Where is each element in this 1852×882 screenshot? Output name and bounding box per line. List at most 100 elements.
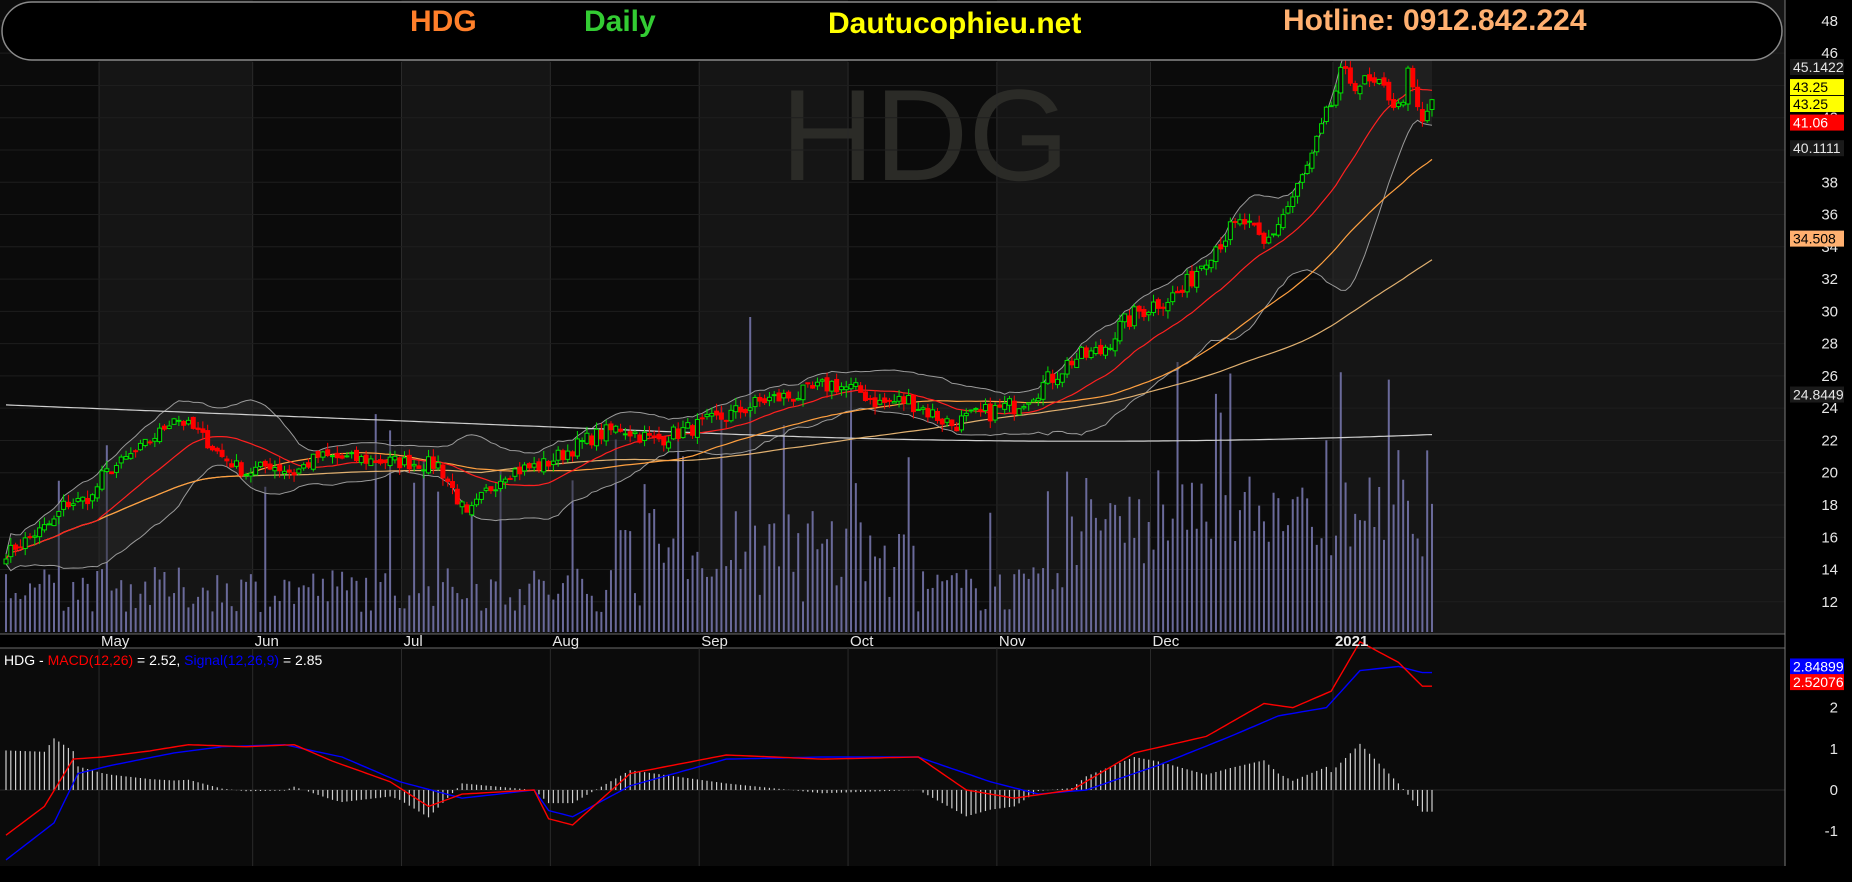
candle-body <box>776 392 782 402</box>
candle-body <box>368 458 374 467</box>
candle-body <box>1127 315 1133 327</box>
candle-body <box>699 417 705 420</box>
candle-body <box>219 449 225 457</box>
candle-body <box>1242 219 1248 225</box>
candle-body <box>1357 85 1363 95</box>
candle-body <box>1112 338 1118 352</box>
candle-body <box>704 413 710 418</box>
candle-body <box>949 419 955 427</box>
candle-body <box>968 409 974 412</box>
date-label: Oct <box>850 633 874 650</box>
candle-body <box>670 426 676 440</box>
price-tick-label: 16 <box>1821 529 1838 546</box>
candle-body <box>200 428 206 433</box>
candle-body <box>541 458 547 473</box>
candle-body <box>1030 399 1036 403</box>
candle-body <box>1151 301 1157 313</box>
candle-body <box>205 430 211 449</box>
candle-body <box>651 435 657 438</box>
candle-body <box>685 422 691 429</box>
signal-label-name: Signal(12,26,9) <box>184 652 279 668</box>
candle-body <box>113 464 119 473</box>
candle-body <box>982 404 988 412</box>
candle-body <box>786 391 792 399</box>
candle-body <box>675 428 681 439</box>
candle-body <box>742 408 748 414</box>
candle-body <box>469 505 475 516</box>
candle-body <box>1170 292 1176 303</box>
candle-body <box>1059 373 1065 383</box>
candle-body <box>829 380 835 392</box>
candle-body <box>915 408 921 411</box>
candle-body <box>891 401 897 404</box>
candle-body <box>493 489 499 492</box>
candle-body <box>930 409 936 418</box>
candle-body <box>378 459 384 464</box>
candle-body <box>75 497 81 502</box>
candle-body <box>161 425 167 430</box>
candle-body <box>157 427 163 443</box>
candle-body <box>17 546 23 549</box>
candle-body <box>1247 220 1253 223</box>
candle-body <box>1371 77 1377 83</box>
date-label: Dec <box>1153 633 1180 650</box>
candle-body <box>123 455 129 460</box>
candle-body <box>1280 214 1286 229</box>
candle-body <box>546 461 552 467</box>
candle-body <box>1026 402 1032 405</box>
candle-body <box>118 456 124 464</box>
candle-body <box>608 423 614 431</box>
candle-body <box>1299 174 1305 183</box>
candle-body <box>838 386 844 391</box>
candle-body <box>1045 371 1051 384</box>
candle-body <box>233 460 239 467</box>
candle-body <box>1016 408 1022 416</box>
candle-body <box>805 382 811 385</box>
candle-body <box>714 410 720 416</box>
candle-body <box>1103 346 1109 356</box>
candle-body <box>752 396 758 408</box>
candle-body <box>1213 246 1219 263</box>
candle-body <box>1074 358 1080 368</box>
candle-body <box>46 523 52 526</box>
candle-body <box>642 431 648 441</box>
candle-body <box>1098 344 1104 355</box>
candle-body <box>37 527 43 538</box>
candle-body <box>349 452 355 455</box>
candle-body <box>190 416 196 429</box>
candle-body <box>757 396 763 402</box>
candle-body <box>248 472 254 477</box>
candle-body <box>1160 306 1166 309</box>
candle-body <box>426 456 432 474</box>
candle-body <box>872 397 878 408</box>
candle-body <box>3 558 9 565</box>
candle-body <box>1362 75 1368 85</box>
candle-body <box>877 399 883 405</box>
candle-body <box>1107 347 1113 350</box>
candle-body <box>1122 313 1128 323</box>
candle-body <box>656 433 662 440</box>
candle-body <box>1405 67 1411 105</box>
candle-body <box>185 419 191 425</box>
candle-body <box>1347 67 1353 84</box>
candle-body <box>694 419 700 438</box>
candle-body <box>459 501 465 508</box>
candle-body <box>901 396 907 404</box>
price-tick-label: 18 <box>1821 497 1838 514</box>
candle-body <box>94 486 100 499</box>
candle-body <box>421 469 427 472</box>
candle-body <box>1050 373 1056 383</box>
candle-body <box>1141 309 1147 318</box>
price-tick-label: 48 <box>1821 13 1838 30</box>
candle-body <box>944 418 950 423</box>
value-tag-label: 43.25 <box>1793 79 1828 95</box>
candle-body <box>747 407 753 411</box>
candle-body <box>286 469 292 473</box>
macd-label-name: MACD(12,26) <box>48 652 134 668</box>
candle-body <box>229 463 235 468</box>
candle-body <box>718 412 724 420</box>
value-tag-label: 40.1111 <box>1793 140 1841 156</box>
candle-body <box>766 396 772 402</box>
candle-body <box>1429 99 1435 110</box>
macd-tick-label: 0 <box>1830 782 1838 799</box>
